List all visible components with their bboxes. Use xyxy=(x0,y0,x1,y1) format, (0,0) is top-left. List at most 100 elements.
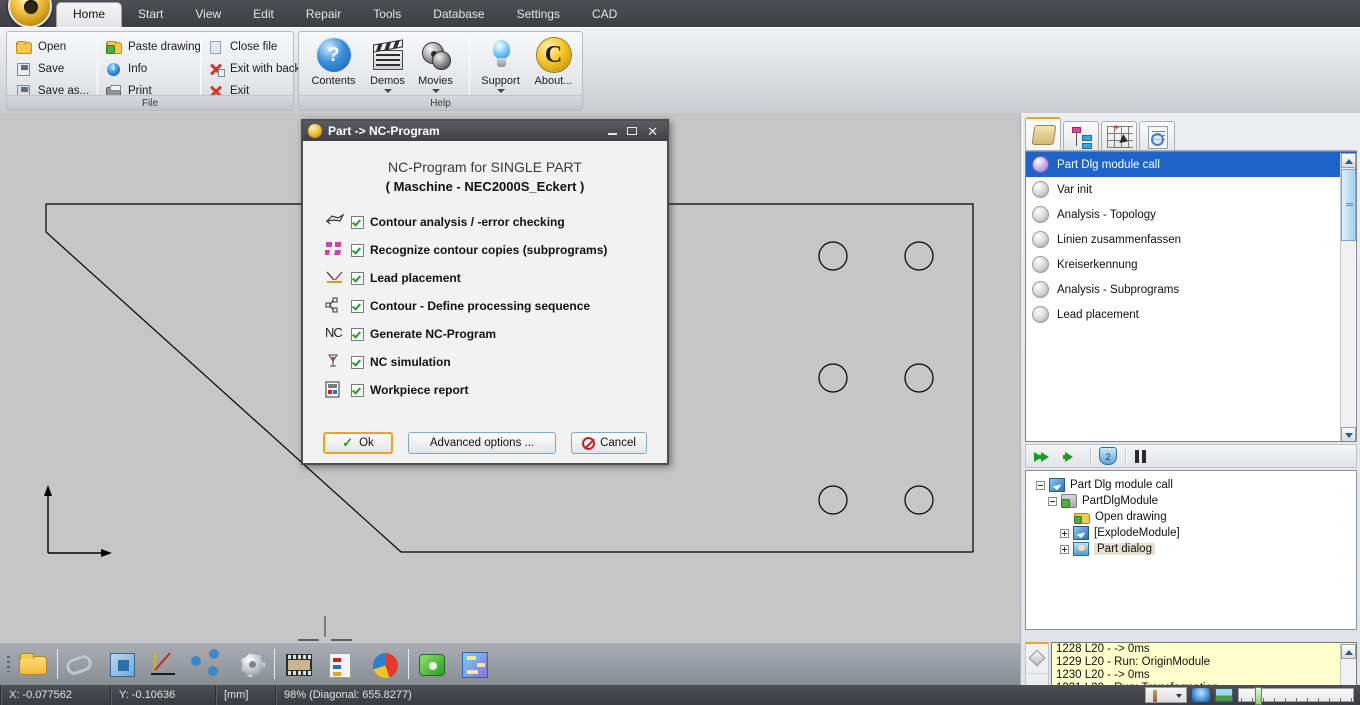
gear-icon[interactable] xyxy=(235,648,269,680)
ok-button[interactable]: ✓ Ok xyxy=(323,432,393,454)
molecule-icon[interactable] xyxy=(190,648,224,680)
log-line[interactable]: 1229 L20 - Run: OriginModule xyxy=(1052,656,1356,669)
tree-row[interactable]: Part dialog xyxy=(1034,541,1356,557)
checkbox-workpiece-report[interactable] xyxy=(351,383,364,397)
checkbox-processing-sequence[interactable] xyxy=(351,299,364,313)
module-tree[interactable]: Part Dlg module call PartDlgModule Open … xyxy=(1025,470,1357,630)
pause-icon[interactable] xyxy=(1134,449,1148,464)
checkbox-contour-analysis[interactable] xyxy=(351,215,364,229)
sphere-bullet-icon xyxy=(1032,181,1049,198)
movies-button[interactable]: Movies xyxy=(409,38,462,93)
log-scroll-up-icon[interactable] xyxy=(1341,644,1356,659)
tree-row[interactable]: Open drawing xyxy=(1034,509,1356,525)
list-item[interactable]: Part Dlg module call xyxy=(1026,152,1356,177)
scroll-tab[interactable] xyxy=(1025,117,1061,151)
option-row-processing-sequence[interactable]: Contour - Define processing sequence xyxy=(325,292,661,320)
dialog-maximize-button[interactable] xyxy=(627,127,638,135)
log-line[interactable]: 1228 L20 - -> 0ms xyxy=(1052,643,1356,656)
tab-view[interactable]: View xyxy=(179,2,237,27)
tree-row[interactable]: [ExplodeModule] xyxy=(1034,525,1356,541)
info-icon xyxy=(105,61,123,77)
run-all-icon[interactable] xyxy=(1034,449,1054,464)
dialog-titlebar[interactable]: Part -> NC-Program ✕ xyxy=(303,121,667,141)
film-icon[interactable] xyxy=(282,648,316,680)
option-row-generate-nc[interactable]: NC Generate NC-Program xyxy=(325,320,661,348)
zoom-slider-handle[interactable] xyxy=(1255,687,1262,705)
contents-button[interactable]: Contents xyxy=(307,38,360,87)
advanced-options-button[interactable]: Advanced options ... xyxy=(408,432,556,454)
shield-2-icon[interactable] xyxy=(1099,447,1117,465)
tree-row[interactable]: PartDlgModule xyxy=(1034,493,1356,509)
dialog-minimize-button[interactable] xyxy=(608,133,618,135)
document-search-tab[interactable] xyxy=(1139,121,1175,151)
grid-tab[interactable]: + xyxy=(1101,121,1137,151)
tab-start[interactable]: Start xyxy=(122,2,179,27)
report-icon[interactable] xyxy=(324,648,358,680)
support-chevron-down-icon[interactable] xyxy=(496,89,505,93)
expander-minus-icon[interactable] xyxy=(1036,480,1045,490)
log-line[interactable]: 1230 L20 - -> 0ms xyxy=(1052,669,1356,682)
tab-tools[interactable]: Tools xyxy=(357,2,417,27)
option-row-lead-placement[interactable]: Lead placement xyxy=(325,264,661,292)
image-icon[interactable] xyxy=(1215,688,1233,702)
tab-database[interactable]: Database xyxy=(417,2,500,27)
module-list-scrollbar[interactable] xyxy=(1340,153,1356,441)
module-list[interactable]: Part Dlg module call Var init Analysis -… xyxy=(1025,151,1357,442)
save-button[interactable]: Save xyxy=(13,58,99,80)
list-item[interactable]: Var init xyxy=(1026,177,1356,202)
toolbar-grip[interactable] xyxy=(7,656,10,672)
tab-home[interactable]: Home xyxy=(56,2,123,27)
exit-with-backup-button[interactable]: Exit with backup xyxy=(205,58,313,80)
movies-chevron-down-icon[interactable] xyxy=(431,89,440,93)
list-item[interactable]: Lead placement xyxy=(1026,302,1356,327)
checkbox-lead-placement[interactable] xyxy=(351,271,364,285)
info-button[interactable]: Info xyxy=(103,58,201,80)
expander-plus-icon[interactable] xyxy=(1060,544,1069,554)
pie-chart-icon[interactable] xyxy=(368,648,402,680)
tab-edit[interactable]: Edit xyxy=(237,2,290,27)
cancel-button[interactable]: Cancel xyxy=(571,432,647,454)
about-button[interactable]: About... xyxy=(527,38,580,87)
tree-tab[interactable] xyxy=(1063,121,1099,151)
checkbox-recognize-copies[interactable] xyxy=(351,243,364,257)
chevron-down-icon[interactable] xyxy=(1176,694,1182,698)
demos-button[interactable]: Demos xyxy=(361,38,414,93)
scroll-thumb[interactable] xyxy=(1341,169,1356,241)
nesting-icon[interactable] xyxy=(458,648,492,680)
tab-repair[interactable]: Repair xyxy=(290,2,357,27)
checkbox-nc-simulation[interactable] xyxy=(351,355,364,369)
tree-row[interactable]: Part Dlg module call xyxy=(1034,477,1356,493)
close-file-button[interactable]: Close file xyxy=(205,36,295,58)
list-item[interactable]: Analysis - Subprograms xyxy=(1026,277,1356,302)
expander-minus-icon[interactable] xyxy=(1048,496,1057,506)
option-row-workpiece-report[interactable]: Workpiece report xyxy=(325,376,661,404)
support-button[interactable]: Support xyxy=(474,38,527,93)
pen-combo[interactable] xyxy=(1145,687,1187,703)
paste-drawing-button[interactable]: Paste drawing xyxy=(103,36,201,58)
list-item[interactable]: Kreiserkennung xyxy=(1026,252,1356,277)
dialog-close-icon[interactable]: ✕ xyxy=(647,125,658,138)
run-step-icon[interactable] xyxy=(1062,449,1082,464)
open-folder-icon[interactable] xyxy=(16,648,50,680)
tab-cad[interactable]: CAD xyxy=(576,2,633,27)
open-button[interactable]: Open xyxy=(13,36,99,58)
option-row-contour-analysis[interactable]: Contour analysis / -error checking xyxy=(325,208,661,236)
blue-sphere-icon[interactable] xyxy=(1192,688,1210,702)
scroll-up-icon[interactable] xyxy=(1341,153,1356,168)
chain-icon[interactable] xyxy=(62,648,96,680)
scroll-down-icon[interactable] xyxy=(1341,427,1356,441)
list-item[interactable]: Linien zusammenfassen xyxy=(1026,227,1356,252)
application-menu-orb-icon[interactable] xyxy=(8,0,52,28)
list-item[interactable]: Analysis - Topology xyxy=(1026,202,1356,227)
checkbox-generate-nc[interactable] xyxy=(351,327,364,341)
tab-settings[interactable]: Settings xyxy=(501,2,576,27)
axis-icon[interactable] xyxy=(148,648,182,680)
demos-chevron-down-icon[interactable] xyxy=(383,89,392,93)
expander-plus-icon[interactable] xyxy=(1060,528,1069,538)
option-row-nc-simulation[interactable]: NC simulation xyxy=(325,348,661,376)
log-diamond-button[interactable] xyxy=(1026,644,1048,674)
zoom-slider[interactable] xyxy=(1238,687,1354,705)
green-nest-icon[interactable] xyxy=(416,648,450,680)
option-row-recognize-copies[interactable]: Recognize contour copies (subprograms) xyxy=(323,236,661,264)
cube-3d-icon[interactable] xyxy=(106,648,140,680)
